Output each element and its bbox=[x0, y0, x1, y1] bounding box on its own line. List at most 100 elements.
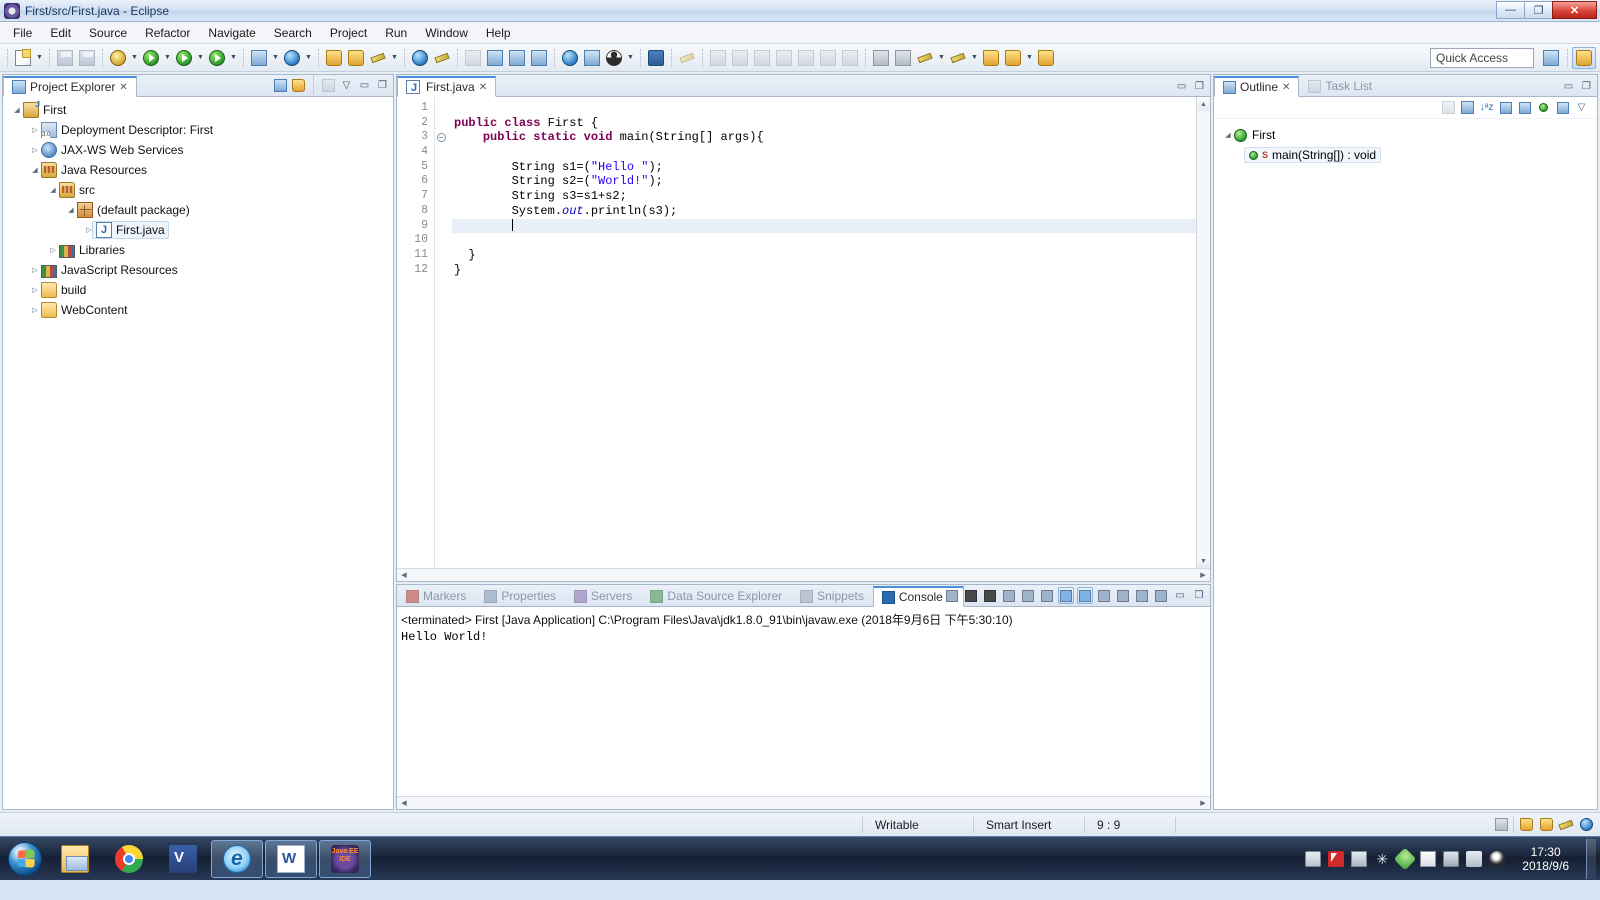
previous-annotation-icon[interactable] bbox=[892, 47, 914, 69]
open-perspective-icon[interactable] bbox=[1539, 47, 1563, 69]
collapse-twisty-icon[interactable]: ◢ bbox=[65, 204, 77, 216]
remove-all-terminated-icon[interactable] bbox=[982, 587, 998, 604]
expand-twisty-icon[interactable]: ◢ bbox=[1222, 129, 1234, 141]
expand-twisty-icon[interactable]: ▷ bbox=[29, 124, 41, 136]
code-line[interactable]: System.out.println(s3); bbox=[452, 204, 1196, 219]
save-icon[interactable] bbox=[54, 47, 76, 69]
expand-twisty-icon[interactable]: ▷ bbox=[29, 304, 41, 316]
code-line[interactable]: String s2=("World!"); bbox=[452, 174, 1196, 189]
java-ee-perspective-icon[interactable] bbox=[1572, 47, 1596, 69]
maximize-icon[interactable]: ❐ bbox=[1191, 587, 1207, 604]
console-horizontal-scrollbar[interactable]: ◀ ▶ bbox=[397, 796, 1210, 809]
taskbar-clock[interactable]: 17:30 2018/9/6 bbox=[1512, 845, 1579, 873]
minimize-icon[interactable]: ▭ bbox=[357, 78, 372, 93]
tree-item-java-resources[interactable]: ◢ Java Resources bbox=[3, 160, 393, 180]
console-options-dropdown-icon[interactable] bbox=[1153, 587, 1169, 604]
back-dropdown-icon[interactable]: ▼ bbox=[969, 47, 980, 69]
hide-non-public-icon[interactable] bbox=[1536, 100, 1551, 115]
step-into-icon[interactable] bbox=[707, 47, 729, 69]
maximize-icon[interactable]: ❐ bbox=[1192, 79, 1207, 94]
collapse-twisty-icon[interactable]: ◢ bbox=[29, 164, 41, 176]
tab-properties[interactable]: Properties bbox=[475, 585, 565, 606]
minimize-icon[interactable]: ▭ bbox=[1172, 587, 1188, 604]
new-css-icon[interactable] bbox=[506, 47, 528, 69]
snowflake-icon[interactable]: ✳ bbox=[1374, 851, 1390, 867]
next-annotation-icon[interactable] bbox=[870, 47, 892, 69]
new-wizard-dropdown-icon[interactable]: ▼ bbox=[34, 47, 45, 69]
collapse-twisty-icon[interactable]: ◢ bbox=[47, 184, 59, 196]
debug-icon[interactable] bbox=[107, 47, 129, 69]
code-line[interactable]: public class First { bbox=[452, 116, 1196, 131]
view-menu-icon[interactable]: ▽ bbox=[339, 78, 354, 93]
link-with-editor-icon[interactable] bbox=[291, 78, 306, 93]
tree-item-deployment-descriptor-first[interactable]: ▷ Deployment Descriptor: First bbox=[3, 120, 393, 140]
menu-help[interactable]: Help bbox=[477, 23, 520, 43]
forward-icon[interactable] bbox=[980, 47, 1002, 69]
input-method-icon[interactable] bbox=[1328, 850, 1345, 867]
qq-penguin-icon[interactable] bbox=[1489, 850, 1506, 867]
tree-item-libraries[interactable]: ▷ Libraries bbox=[3, 240, 393, 260]
skip-breakpoints-icon[interactable] bbox=[773, 47, 795, 69]
code-line[interactable] bbox=[452, 218, 1196, 234]
display-selected-console-icon[interactable] bbox=[1039, 587, 1055, 604]
tab-task-list[interactable]: Task List bbox=[1299, 75, 1381, 96]
console-icon[interactable] bbox=[645, 47, 667, 69]
new-java-project-icon[interactable] bbox=[248, 47, 270, 69]
hide-fields-icon[interactable] bbox=[1498, 100, 1513, 115]
code-line[interactable]: } bbox=[452, 263, 1196, 278]
collapse-twisty-icon[interactable]: ◢ bbox=[11, 104, 23, 116]
close-icon[interactable]: ✕ bbox=[479, 82, 487, 93]
expand-twisty-icon[interactable]: ▷ bbox=[47, 244, 59, 256]
history-dropdown-icon[interactable]: ▼ bbox=[1024, 47, 1035, 69]
menu-file[interactable]: File bbox=[4, 23, 41, 43]
code-line[interactable]: } bbox=[452, 248, 1196, 263]
debug-dropdown-icon[interactable]: ▼ bbox=[129, 47, 140, 69]
green-shield-icon[interactable] bbox=[1393, 847, 1417, 870]
gear-icon[interactable] bbox=[1578, 817, 1594, 833]
outline-item-method[interactable]: S main(String[]) : void bbox=[1214, 145, 1597, 165]
keyboard-icon[interactable] bbox=[1305, 850, 1322, 867]
menu-search[interactable]: Search bbox=[265, 23, 321, 43]
tab-markers[interactable]: Markers bbox=[397, 585, 475, 606]
heap-status-icon[interactable] bbox=[1493, 817, 1509, 833]
scroll-down-arrow-icon[interactable]: ▼ bbox=[1197, 554, 1210, 568]
open-console-icon[interactable] bbox=[1001, 587, 1017, 604]
menu-source[interactable]: Source bbox=[80, 23, 136, 43]
tree-item-first-java[interactable]: ▷First.java bbox=[3, 220, 393, 240]
code-line[interactable]: String s3=s1+s2; bbox=[452, 189, 1196, 204]
new-servlet-icon[interactable] bbox=[281, 47, 303, 69]
tree-item-webcontent[interactable]: ▷ WebContent bbox=[3, 300, 393, 320]
last-edit-icon[interactable] bbox=[914, 47, 936, 69]
save-all-icon[interactable] bbox=[76, 47, 98, 69]
tree-item-default-package[interactable]: ◢ (default package) bbox=[3, 200, 393, 220]
web-browser-icon[interactable] bbox=[559, 47, 581, 69]
close-icon[interactable]: ✕ bbox=[119, 82, 127, 93]
hide-static-icon[interactable] bbox=[1517, 100, 1532, 115]
project-tree[interactable]: ◢First▷Deployment Descriptor: First▷JAX-… bbox=[3, 97, 393, 809]
flag-alert-icon[interactable] bbox=[1420, 850, 1437, 867]
edit-icon[interactable] bbox=[367, 47, 389, 69]
outline-item-class[interactable]: ◢ First bbox=[1214, 125, 1597, 145]
code-line[interactable] bbox=[452, 233, 1196, 248]
taskbar-file-explorer[interactable] bbox=[49, 840, 101, 878]
link-editor-icon[interactable] bbox=[581, 47, 603, 69]
folder-icon[interactable] bbox=[1518, 817, 1534, 833]
tree-item-build[interactable]: ▷ build bbox=[3, 280, 393, 300]
open-console-dropdown-icon[interactable] bbox=[1115, 587, 1131, 604]
close-button[interactable]: ✕ bbox=[1552, 1, 1597, 19]
scroll-lock-icon[interactable] bbox=[1058, 587, 1074, 604]
editor-vertical-scrollbar[interactable]: ▲ ▼ bbox=[1196, 97, 1210, 568]
collapse-all-icon[interactable] bbox=[273, 78, 288, 93]
expand-twisty-icon[interactable]: ▷ bbox=[29, 284, 41, 296]
last-edit-dropdown-icon[interactable]: ▼ bbox=[936, 47, 947, 69]
open-type-icon[interactable] bbox=[323, 47, 345, 69]
focus-icon[interactable] bbox=[321, 78, 336, 93]
sort-icon[interactable]: ↓ᵃz bbox=[1479, 100, 1494, 115]
editor-horizontal-scrollbar[interactable]: ◀ ▶ bbox=[397, 568, 1210, 581]
user-icon[interactable] bbox=[603, 47, 625, 69]
pin-icon[interactable] bbox=[676, 47, 698, 69]
quick-access-input[interactable]: Quick Access bbox=[1430, 48, 1534, 68]
external-tools-icon[interactable] bbox=[409, 47, 431, 69]
menu-window[interactable]: Window bbox=[416, 23, 477, 43]
tab-first-java[interactable]: First.java ✕ bbox=[397, 76, 497, 97]
